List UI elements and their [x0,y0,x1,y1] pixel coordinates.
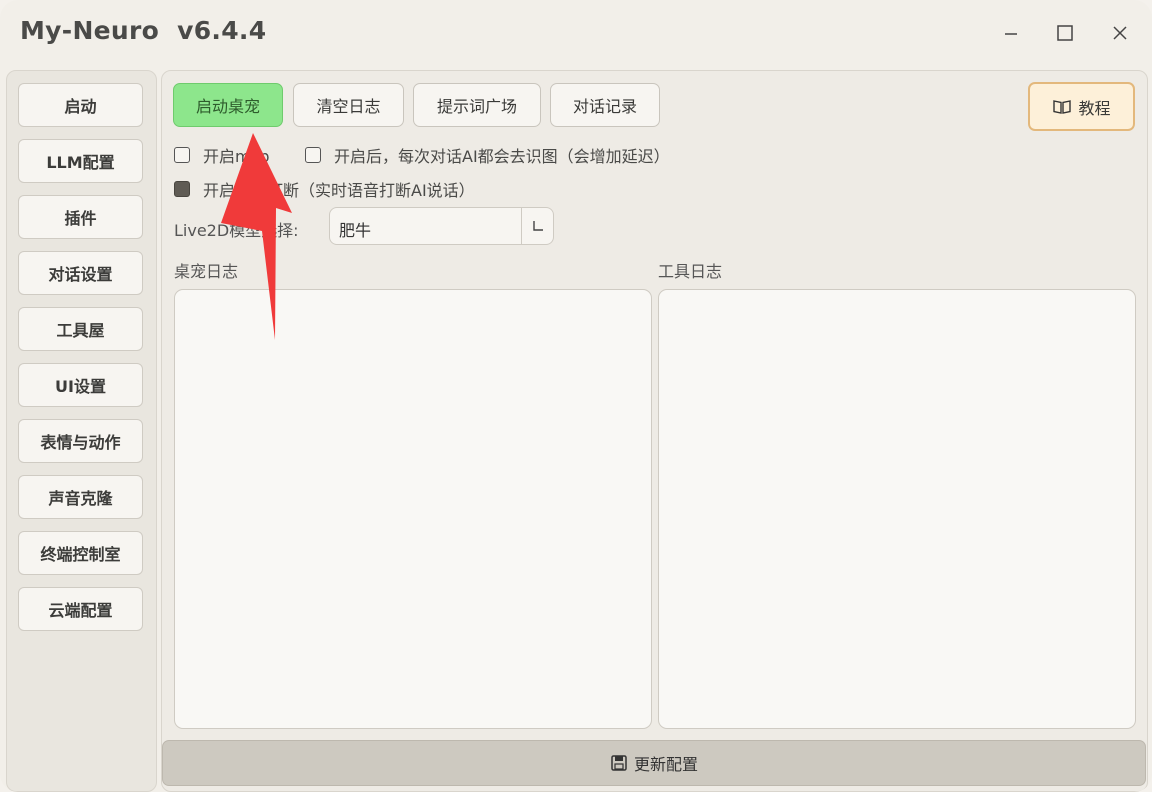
model-select-value: 肥牛 [339,221,372,240]
prompt-plaza-button[interactable]: 提示词广场 [413,83,541,127]
dropdown-corner-icon [532,221,543,231]
sidebar-item-plugins[interactable]: 插件 [18,195,143,239]
mcp-checkbox[interactable] [174,147,190,163]
tutorial-button[interactable]: 教程 [1028,82,1135,131]
close-icon [1113,26,1127,40]
mcp-option[interactable]: 开启mcp [174,143,270,167]
maximize-icon [1057,25,1073,41]
model-select[interactable]: 肥牛 [329,207,554,245]
tool-log-area[interactable] [658,289,1136,729]
title-bar: My-Neuro v6.4.4 [0,0,1152,66]
vision-label: 开启后，每次对话AI都会去识图（会增加延迟） [334,147,670,166]
sidebar-item-start[interactable]: 启动 [18,83,143,127]
app-title: My-Neuro v6.4.4 [20,16,267,45]
interrupt-label: 开启语音打断（实时语音打断AI说话） [203,181,475,200]
interrupt-option[interactable]: 开启语音打断（实时语音打断AI说话） [174,177,475,201]
app-window: My-Neuro v6.4.4 启动 LLM配置 插件 对话设置 工具屋 UI设… [0,0,1152,792]
main-panel: 启动桌宠 清空日志 提示词广场 对话记录 教程 开启mcp 开启后，每次对话AI… [161,70,1148,792]
sidebar-item-expressions[interactable]: 表情与动作 [18,419,143,463]
vision-checkbox[interactable] [305,147,321,163]
model-select-dropdown-button[interactable] [521,208,553,244]
start-pet-button[interactable]: 启动桌宠 [173,83,283,127]
chat-history-button[interactable]: 对话记录 [550,83,660,127]
update-config-button[interactable]: 更新配置 [162,740,1146,786]
update-config-label: 更新配置 [633,755,698,774]
book-icon [1053,99,1072,114]
clear-log-button[interactable]: 清空日志 [293,83,404,127]
close-button[interactable] [1105,18,1135,48]
save-icon [611,755,627,771]
pet-log-title: 桌宠日志 [174,262,239,281]
tutorial-label: 教程 [1078,98,1111,118]
sidebar-item-terminal[interactable]: 终端控制室 [18,531,143,575]
pet-log-area[interactable] [174,289,652,729]
maximize-button[interactable] [1050,18,1080,48]
sidebar-item-tool-house[interactable]: 工具屋 [18,307,143,351]
sidebar-item-cloud-config[interactable]: 云端配置 [18,587,143,631]
sidebar-item-ui-settings[interactable]: UI设置 [18,363,143,407]
sidebar: 启动 LLM配置 插件 对话设置 工具屋 UI设置 表情与动作 声音克隆 终端控… [6,70,157,792]
minimize-button[interactable] [996,18,1026,48]
interrupt-checkbox[interactable] [174,181,190,197]
minimize-icon [1005,33,1017,35]
vision-option[interactable]: 开启后，每次对话AI都会去识图（会增加延迟） [305,143,670,167]
sidebar-item-voice-clone[interactable]: 声音克隆 [18,475,143,519]
sidebar-item-llm-config[interactable]: LLM配置 [18,139,143,183]
mcp-label: 开启mcp [203,147,270,166]
model-select-label: Live2D模型选择: [174,221,299,240]
tool-log-title: 工具日志 [658,262,723,281]
sidebar-item-chat-settings[interactable]: 对话设置 [18,251,143,295]
